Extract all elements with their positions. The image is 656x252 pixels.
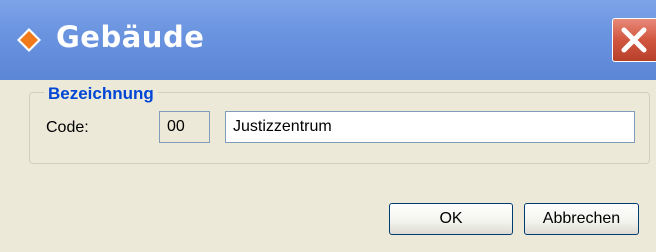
orange-diamond-icon	[16, 27, 42, 53]
cancel-button[interactable]: Abbrechen	[524, 203, 639, 235]
window-title: Gebäude	[56, 20, 205, 54]
code-label: Code:	[46, 119, 89, 136]
code-field: 00	[159, 111, 210, 143]
name-input[interactable]	[225, 111, 635, 143]
dialog-window: Gebäude Bezeichnung Code: 00 OK Abbreche…	[0, 0, 656, 252]
ok-button[interactable]: OK	[389, 203, 513, 235]
close-button[interactable]	[612, 18, 656, 62]
title-bar[interactable]: Gebäude	[0, 0, 656, 80]
group-legend: Bezeichnung	[44, 84, 158, 104]
